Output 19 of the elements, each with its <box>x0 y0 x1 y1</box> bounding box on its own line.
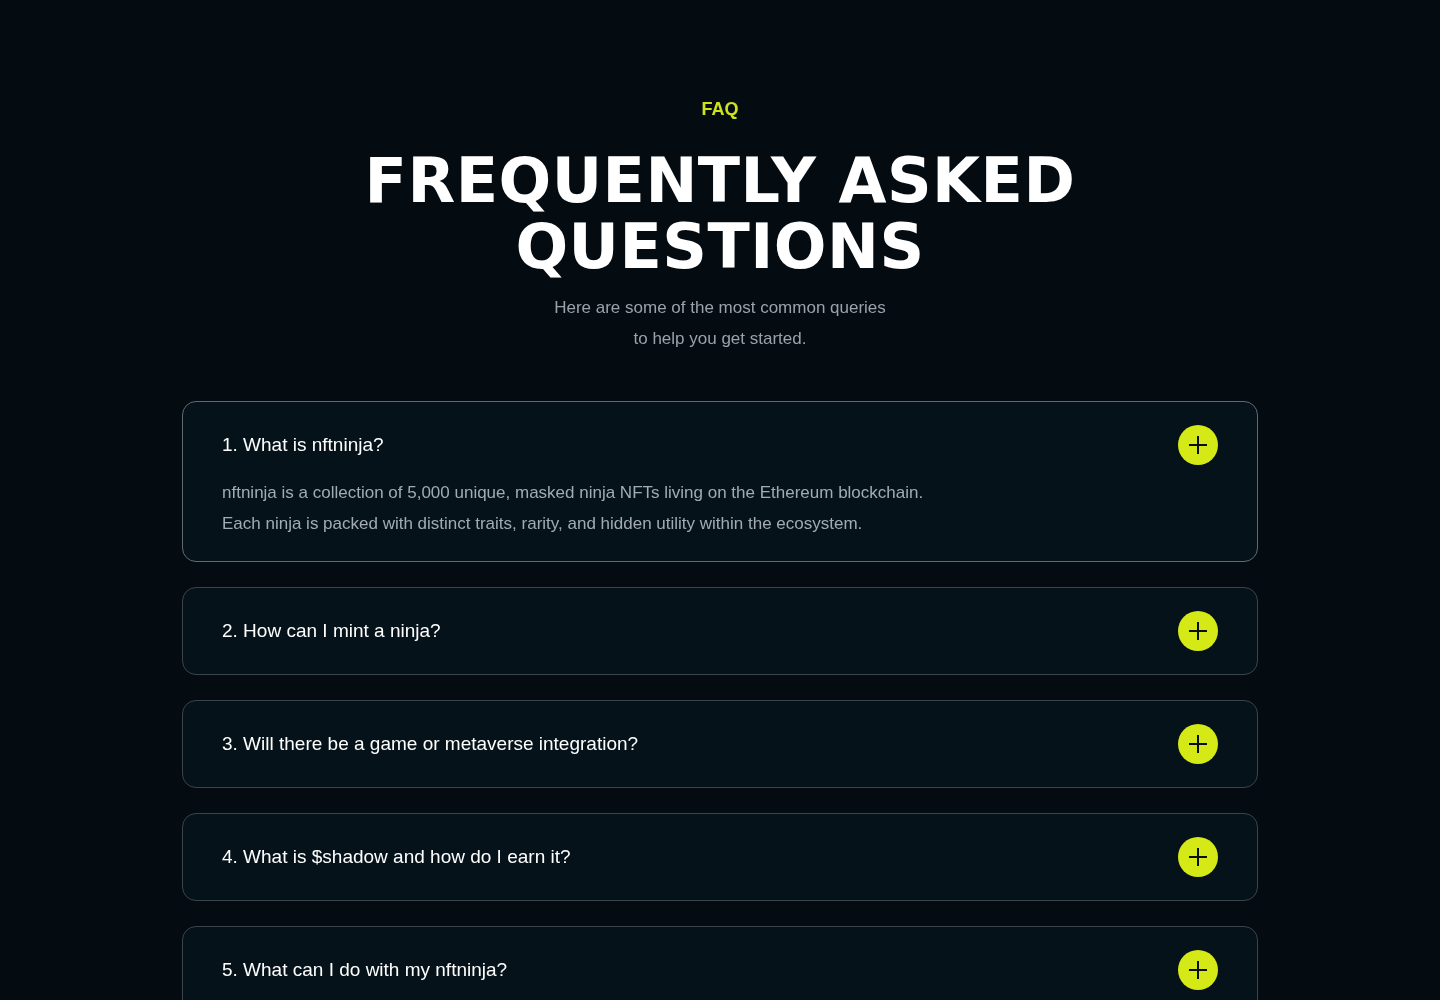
expand-button[interactable] <box>1178 611 1218 651</box>
section-eyebrow: FAQ <box>701 98 739 121</box>
faq-answer: nftninja is a collection of 5,000 unique, masked ninja NFTs living on the Ethereum blockchain. Each ninja is packed with distinct traits, rarity, and hidden utility within the ecosystem. <box>222 482 925 535</box>
faq-question: 1. What is nftninja? <box>222 433 384 457</box>
plus-icon <box>1189 735 1207 753</box>
expand-button[interactable] <box>1178 425 1218 465</box>
expand-button[interactable] <box>1178 950 1218 990</box>
plus-icon <box>1189 848 1207 866</box>
plus-icon <box>1189 622 1207 640</box>
section-subtitle: Here are some of the most common queries to help you get started. <box>554 297 886 350</box>
faq-question: 5. What can I do with my nftninja? <box>222 958 508 982</box>
faq-question: 2. How can I mint a ninja? <box>222 619 441 643</box>
faq-question: 4. What is $shadow and how do I earn it? <box>222 845 571 869</box>
expand-button[interactable] <box>1178 837 1218 877</box>
plus-icon <box>1189 436 1207 454</box>
faq-question: 3. Will there be a game or metaverse integration? <box>222 732 639 756</box>
section-title: FREQUENTLY ASKED QUESTIONS <box>363 148 1077 280</box>
expand-button[interactable] <box>1178 724 1218 764</box>
plus-icon <box>1189 961 1207 979</box>
